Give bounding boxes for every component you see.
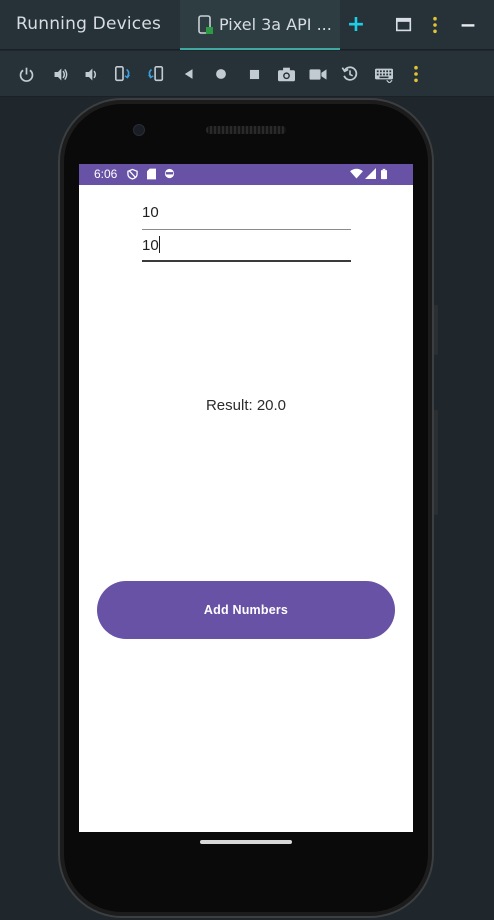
settings-face-icon xyxy=(164,168,175,179)
number1-underline xyxy=(142,229,351,230)
status-time: 6:06 xyxy=(94,167,118,181)
number2-underline xyxy=(142,260,351,262)
gesture-nav-handle[interactable] xyxy=(200,840,292,844)
front-camera xyxy=(133,124,145,136)
minimize-icon[interactable] xyxy=(457,13,479,37)
add-numbers-button[interactable]: Add Numbers xyxy=(97,581,395,639)
overview-icon[interactable] xyxy=(243,63,265,85)
home-icon[interactable] xyxy=(210,63,232,85)
snapshot-reset-icon[interactable] xyxy=(339,63,361,85)
phone-power-button[interactable] xyxy=(434,305,438,355)
device-tab-icon xyxy=(198,15,213,34)
rotate-right-icon[interactable] xyxy=(145,63,167,85)
number2-value: 10 xyxy=(142,237,159,254)
keyboard-icon[interactable] xyxy=(373,63,395,85)
number2-input[interactable]: 10 xyxy=(142,236,351,262)
screenshot-camera-icon[interactable] xyxy=(275,63,297,85)
text-cursor xyxy=(158,236,161,253)
number1-input[interactable]: 10 xyxy=(142,204,351,230)
shield-icon xyxy=(127,168,138,180)
signal-icon xyxy=(365,168,376,179)
power-icon[interactable] xyxy=(15,63,37,85)
earpiece-speaker xyxy=(206,126,286,134)
wifi-icon xyxy=(350,168,363,179)
volume-up-icon[interactable] xyxy=(49,63,71,85)
sd-card-icon xyxy=(147,168,156,180)
volume-down-icon[interactable] xyxy=(80,63,102,85)
device-screen: 6:06 10 10 Result: 20.0 Add Numbers xyxy=(79,164,413,832)
number1-value: 10 xyxy=(142,204,159,221)
result-text: Result: 20.0 xyxy=(205,397,287,414)
panel-title: Running Devices xyxy=(16,14,162,34)
screen-record-icon[interactable] xyxy=(307,63,329,85)
status-bar: 6:06 xyxy=(79,164,413,185)
battery-icon xyxy=(381,168,387,180)
phone-volume-rocker[interactable] xyxy=(434,410,438,515)
tab-pixel-3a[interactable]: Pixel 3a API ... xyxy=(180,0,340,50)
device-toolbar xyxy=(0,51,494,97)
running-devices-header: Running Devices Pixel 3a API ... + xyxy=(0,0,494,50)
rotate-left-icon[interactable] xyxy=(112,63,134,85)
window-layout-icon[interactable] xyxy=(393,13,415,37)
back-icon[interactable] xyxy=(178,63,200,85)
more-vertical-icon[interactable] xyxy=(405,63,427,85)
device-tab-label: Pixel 3a API ... xyxy=(219,15,332,34)
new-tab-plus-icon[interactable]: + xyxy=(345,13,367,37)
options-vertical-dots-icon[interactable] xyxy=(424,13,446,37)
